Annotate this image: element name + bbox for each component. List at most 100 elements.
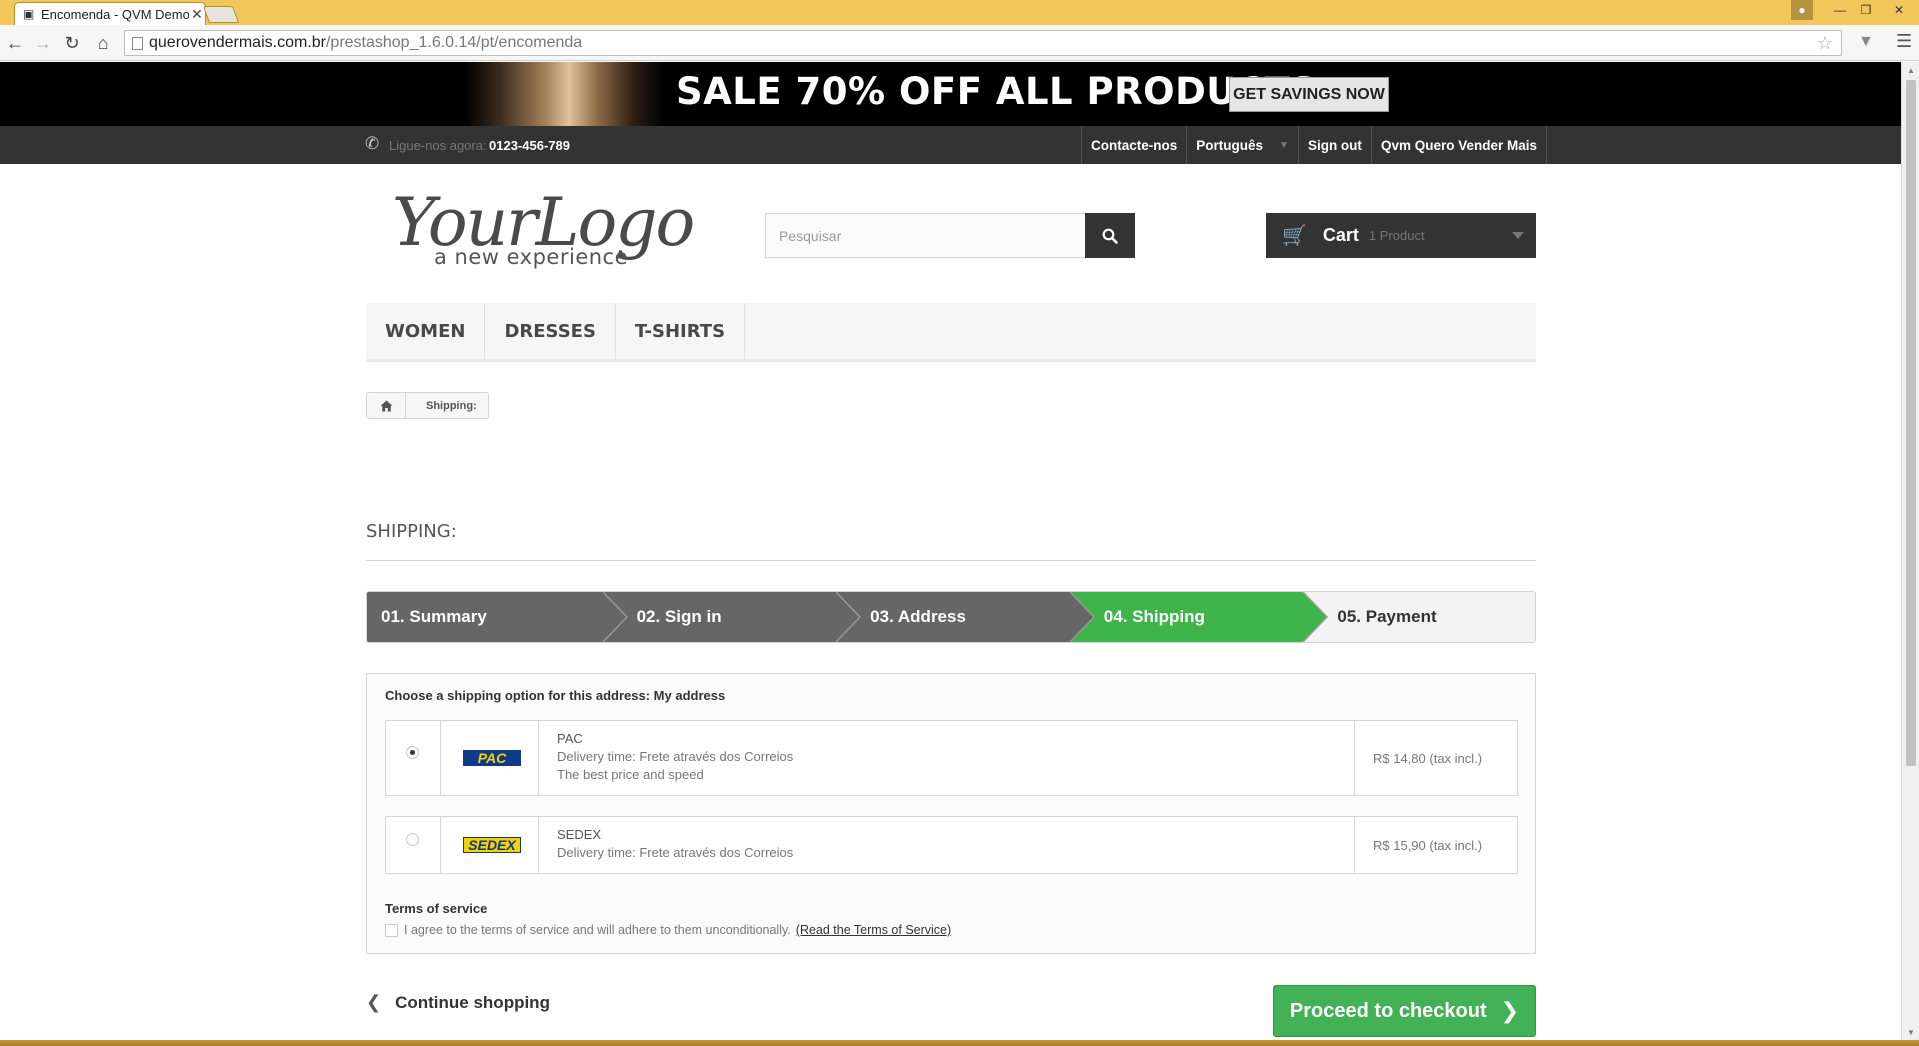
step-sign-in[interactable]: 02. Sign in <box>600 592 862 642</box>
contact-link[interactable]: Contacte-nos <box>1081 126 1186 164</box>
scrollbar-thumb[interactable] <box>1906 80 1916 766</box>
terms-title: Terms of service <box>385 901 488 916</box>
cart-count: 1 Product <box>1368 228 1425 243</box>
cart-icon: 🛒 <box>1282 225 1307 247</box>
chevron-down-icon: ▼ <box>1279 139 1289 151</box>
cart-label: Cart <box>1322 225 1359 245</box>
back-arrow-icon[interactable]: ← <box>4 32 26 54</box>
banner-model-image <box>465 62 665 126</box>
carrier-option-sedex[interactable]: SEDEX SEDEX Delivery time: Frete através… <box>385 816 1518 874</box>
window-close-icon[interactable]: ✕ <box>1879 0 1919 20</box>
shipping-prompt: Choose a shipping option for this addres… <box>385 688 726 703</box>
step-address[interactable]: 03. Address <box>834 592 1095 642</box>
logo-tagline: a new experience <box>434 245 629 269</box>
proceed-to-checkout-button[interactable]: Proceed to checkout ❯ <box>1273 985 1536 1037</box>
new-tab-button[interactable] <box>202 6 240 23</box>
carrier-description: The best price and speed <box>557 767 704 782</box>
restore-icon[interactable]: ❐ <box>1853 0 1879 20</box>
step-label: 03. Address <box>870 607 966 626</box>
carrier-radio-pac[interactable] <box>406 746 419 759</box>
language-label: Português <box>1196 137 1264 153</box>
reload-icon[interactable]: ↻ <box>61 32 83 54</box>
search-button[interactable] <box>1085 213 1135 258</box>
url-host: querovendermais.com.br <box>149 34 326 51</box>
breadcrumb: Shipping: <box>366 392 489 419</box>
chevron-down-icon <box>1512 232 1524 239</box>
user-profile-icon[interactable]: ● <box>1791 0 1813 20</box>
browser-menu-icon[interactable]: ☰ <box>1896 31 1912 52</box>
step-label: 04. Shipping <box>1103 607 1205 626</box>
step-label: 02. Sign in <box>636 607 722 626</box>
menu-item-dresses[interactable]: DRESSES <box>485 303 616 359</box>
carrier-info: PAC Delivery time: Frete através dos Cor… <box>539 721 1355 795</box>
carrier-option-pac[interactable]: PAC PAC Delivery time: Frete através dos… <box>385 720 1518 796</box>
breadcrumb-current: Shipping: <box>426 399 477 412</box>
terms-link[interactable]: (Read the Terms of Service) <box>796 923 951 937</box>
carrier-name: PAC <box>557 731 583 746</box>
carrier-radio-cell <box>386 721 441 795</box>
os-taskbar <box>0 1040 1919 1046</box>
scroll-down-icon[interactable]: ▼ <box>1907 1028 1915 1037</box>
carrier-radio-cell <box>386 817 441 873</box>
carrier-info: SEDEX Delivery time: Frete através dos C… <box>539 817 1355 873</box>
carrier-logo-cell: SEDEX <box>441 817 539 873</box>
promo-banner[interactable]: SALE 70% OFF ALL PRODUCTS GET SAVINGS NO… <box>0 62 1901 126</box>
search-icon <box>1102 228 1118 244</box>
carrier-delivery: Delivery time: Frete através dos Correio… <box>557 845 794 860</box>
get-savings-button[interactable]: GET SAVINGS NOW <box>1229 77 1389 112</box>
account-link[interactable]: Qvm Quero Vender Mais <box>1370 126 1547 164</box>
language-selector[interactable]: Português ▼ <box>1186 126 1298 164</box>
step-shipping: 04. Shipping <box>1067 592 1329 642</box>
home-icon <box>380 400 392 411</box>
search-input[interactable]: Pesquisar <box>765 213 1086 258</box>
forward-arrow-icon[interactable]: → <box>32 32 54 54</box>
checkout-label: Proceed to checkout <box>1289 999 1487 1022</box>
banner-text: SALE 70% OFF ALL PRODUCTS <box>676 70 1318 113</box>
breadcrumb-home[interactable] <box>367 393 406 418</box>
page-favicon-icon: ▣ <box>23 7 35 21</box>
minimize-icon[interactable]: — <box>1827 0 1853 20</box>
category-menu: WOMEN DRESSES T-SHIRTS <box>366 303 1536 362</box>
shop-logo[interactable]: YourLogo a new experience <box>392 186 695 281</box>
address-bar[interactable]: querovendermais.com.br/prestashop_1.6.0.… <box>124 30 1842 56</box>
phone-number: 0123-456-789 <box>489 138 570 153</box>
carrier-radio-sedex[interactable] <box>406 833 419 846</box>
carrier-price: R$ 15,90 (tax incl.) <box>1373 837 1483 853</box>
browser-tab[interactable]: ▣ Encomenda - QVM Demo ✕ <box>14 2 206 25</box>
step-summary[interactable]: 01. Summary <box>367 592 628 642</box>
carrier-name: SEDEX <box>557 827 602 842</box>
chevron-right-icon: ❯ <box>1500 998 1520 1023</box>
step-arrow <box>1067 592 1093 642</box>
chevron-left-icon: ❮ <box>366 992 382 1012</box>
checkout-steps: 01. Summary 02. Sign in 03. Address 04. … <box>366 591 1536 643</box>
phone-icon: ✆ <box>365 134 380 153</box>
page-scrollbar[interactable]: ▲ ▼ <box>1901 62 1919 1046</box>
sign-out-link[interactable]: Sign out <box>1297 126 1371 164</box>
menu-item-women[interactable]: WOMEN <box>366 303 486 359</box>
step-payment: 05. Payment <box>1301 592 1535 642</box>
shipping-options-panel: Choose a shipping option for this addres… <box>366 673 1536 954</box>
step-arrow <box>600 592 626 642</box>
window-controls: ● — ❐ ✕ <box>1791 0 1919 20</box>
step-label: 01. Summary <box>381 607 487 626</box>
continue-shopping-label: Continue shopping <box>395 992 550 1012</box>
extension-icon[interactable]: ▼ <box>1858 33 1874 51</box>
url-path: /prestashop_1.6.0.14/pt/encomenda <box>325 34 583 51</box>
terms-row: I agree to the terms of service and will… <box>385 923 951 937</box>
page-title: SHIPPING: <box>366 521 1536 561</box>
tab-title: Encomenda - QVM Demo <box>41 6 189 22</box>
browser-titlebar: ▣ Encomenda - QVM Demo ✕ ● — ❐ ✕ <box>0 0 1919 25</box>
terms-checkbox[interactable] <box>385 923 398 937</box>
continue-shopping-link[interactable]: ❮ Continue shopping <box>366 992 550 1013</box>
cart-button[interactable]: 🛒 Cart 1 Product <box>1266 213 1536 258</box>
tab-close-icon[interactable]: ✕ <box>189 6 205 23</box>
bookmark-star-icon[interactable]: ☆ <box>1817 33 1833 54</box>
step-arrow <box>1301 592 1327 642</box>
pac-logo-icon: PAC <box>463 750 521 766</box>
top-nav-bar: ✆ Ligue-nos agora: 0123-456-789 Contacte… <box>0 126 1901 164</box>
menu-item-tshirts[interactable]: T-SHIRTS <box>616 303 746 359</box>
home-icon[interactable]: ⌂ <box>92 32 114 54</box>
step-arrow <box>834 592 860 642</box>
scroll-up-icon[interactable]: ▲ <box>1907 66 1915 75</box>
sedex-logo-icon: SEDEX <box>463 837 521 853</box>
